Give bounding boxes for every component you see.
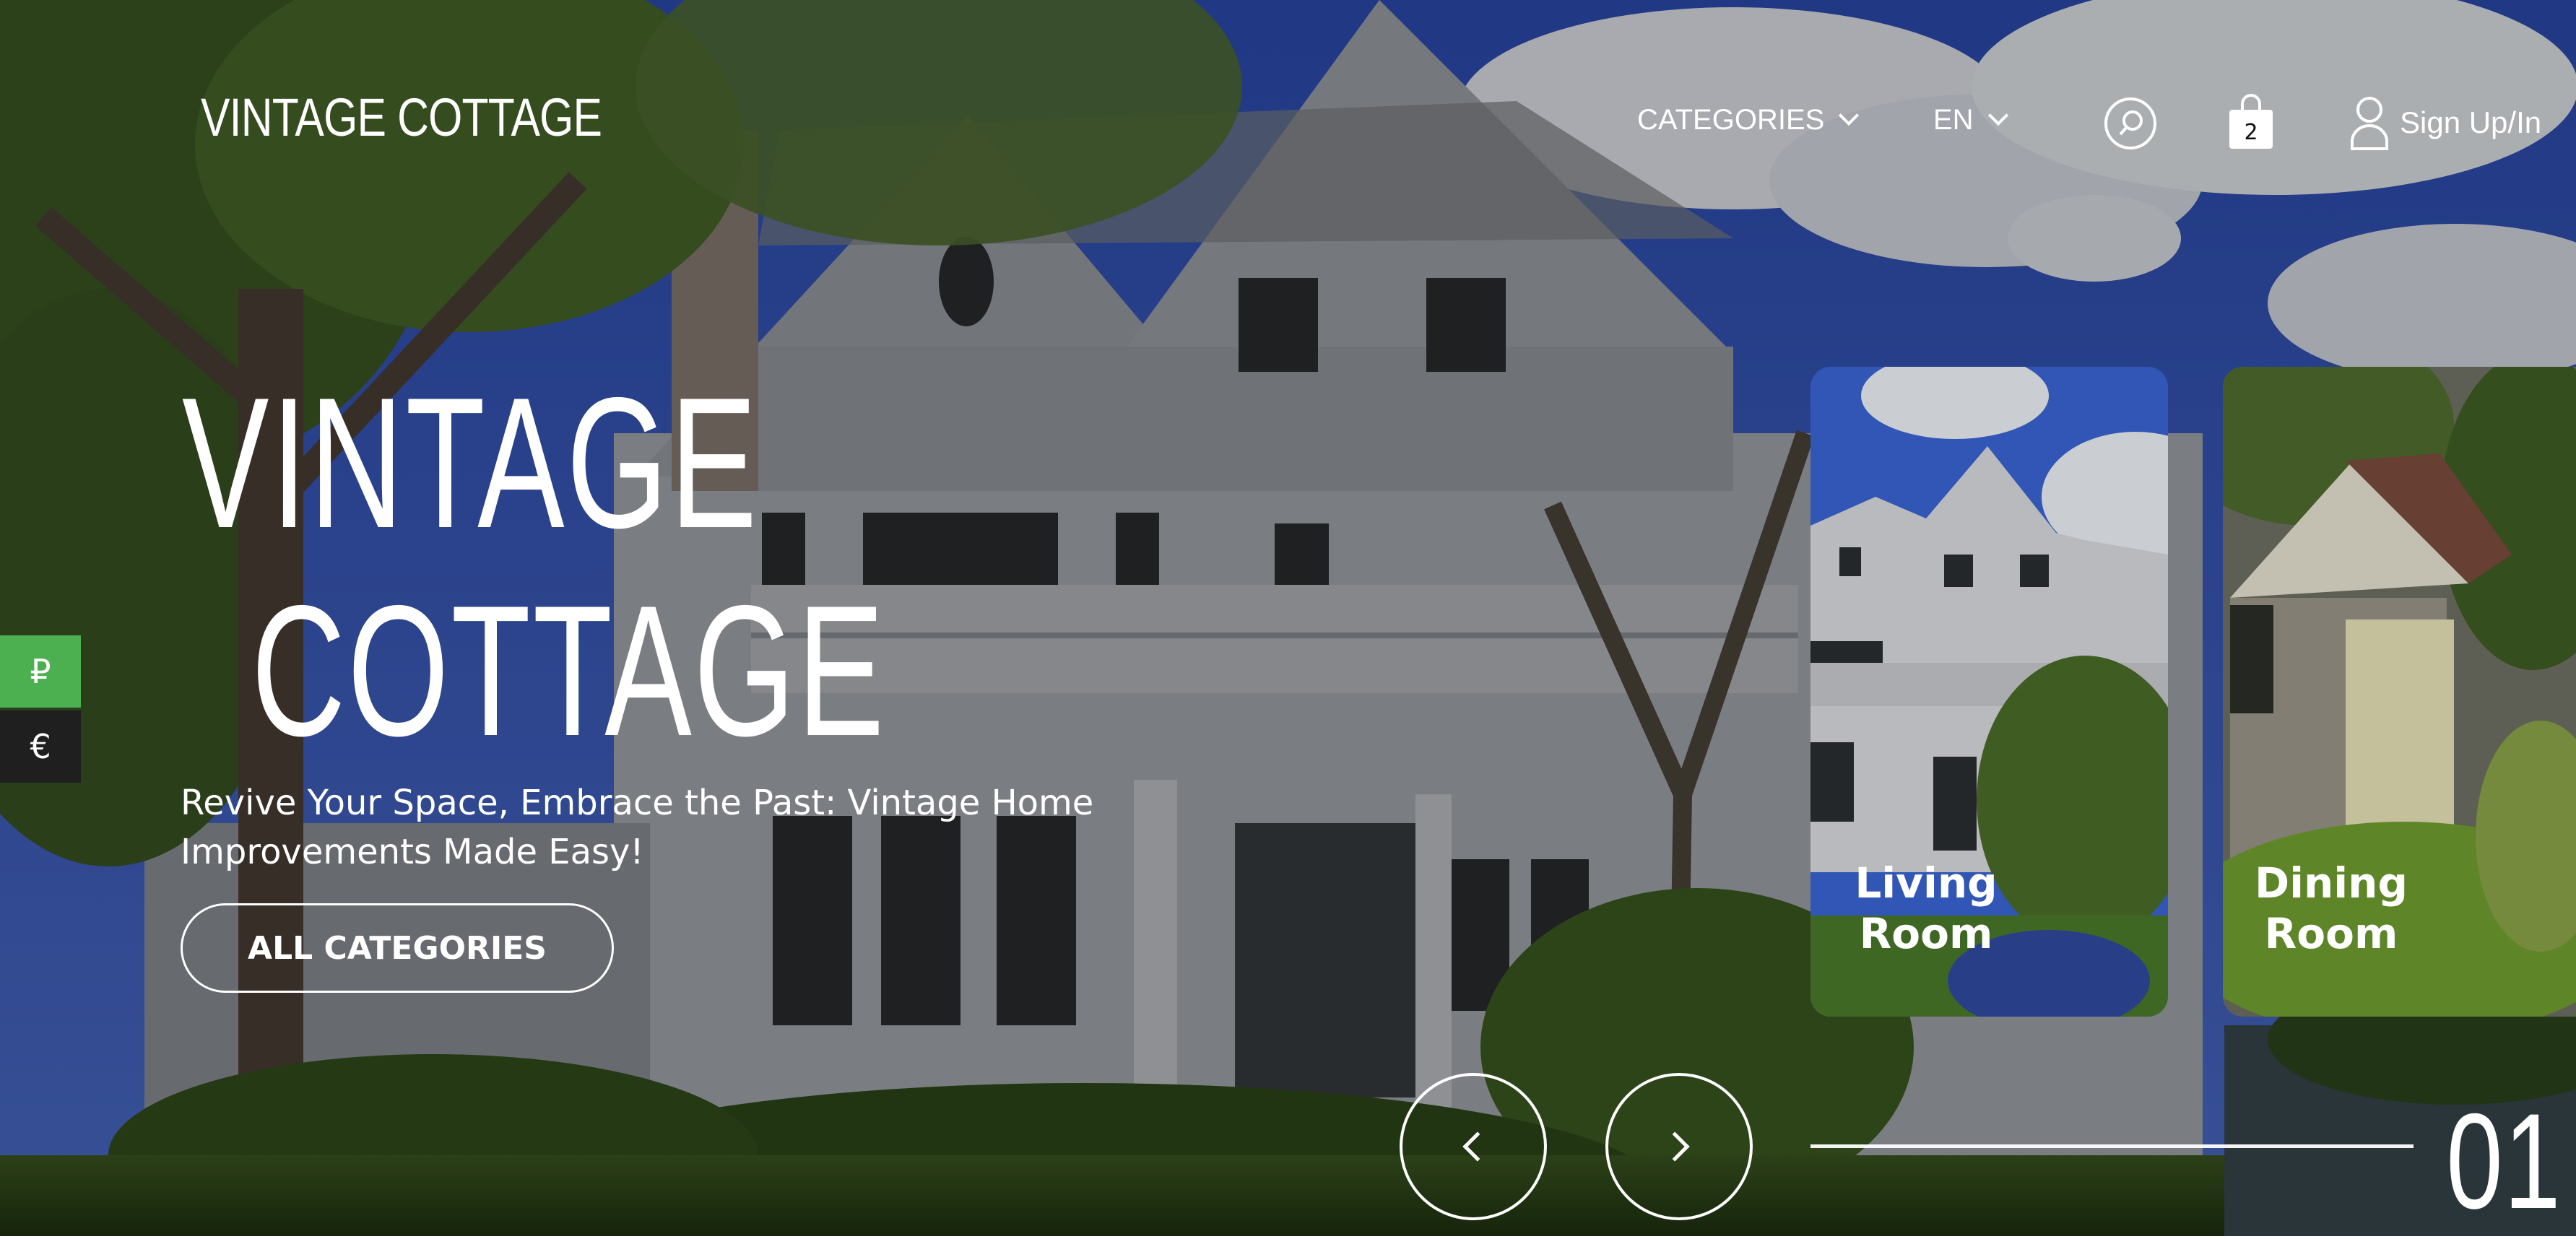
hero-subtitle: Revive Your Space, Embrace the Past: Vin… [181,783,1094,872]
cart-button[interactable]: 2 [2226,94,2276,152]
nav-language-label: EN [1933,104,1974,136]
currency-euro-button[interactable]: € [0,710,81,783]
user-icon [2351,97,2388,150]
all-categories-button[interactable]: ALL CATEGORIES [181,903,614,993]
card-label-dining-room: Dining Room [2254,858,2408,958]
chevron-right-icon [1660,1131,1690,1162]
search-icon [2104,97,2156,149]
site-logo[interactable]: VINTAGE COTTAGE [201,87,602,148]
slider-progress-line [1810,1144,2414,1148]
category-card-living-room[interactable]: Living Room [1810,367,2168,1017]
nav-categories[interactable]: CATEGORIES [1637,104,1860,136]
signin-label: Sign Up/In [2400,105,2542,139]
card-label-living-room: Living Room [1855,858,1998,958]
search-button[interactable] [2103,96,2158,154]
signin-link[interactable]: Sign Up/In [2349,95,2541,150]
nav-language[interactable]: EN [1933,104,2008,136]
slider-next-button[interactable] [1605,1073,1753,1220]
category-card-dining-room[interactable]: Dining Room [2223,367,2576,1017]
slide-counter: 01 [2446,1085,2562,1237]
slider-prev-button[interactable] [1400,1073,1547,1220]
currency-ruble-button[interactable]: ₽ [0,635,81,708]
chevron-down-icon [1839,105,1860,126]
nav-categories-label: CATEGORIES [1637,104,1825,136]
euro-icon: € [30,727,51,766]
hero-title-line2: COTTAGE [251,566,887,775]
ruble-icon: ₽ [30,652,51,691]
chevron-down-icon [1987,105,2008,126]
cart-count-badge: 2 [2244,120,2258,145]
chevron-left-icon [1462,1131,1493,1162]
hero-title-line1: VINTAGE [182,358,759,567]
